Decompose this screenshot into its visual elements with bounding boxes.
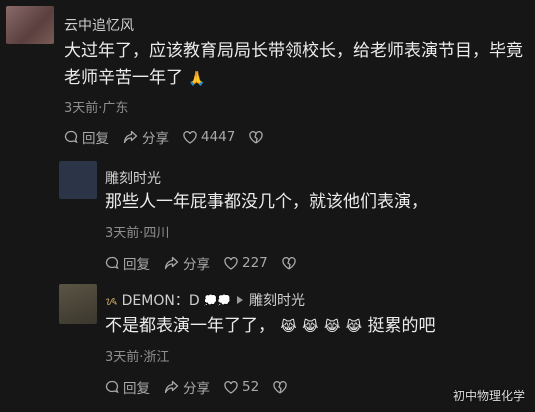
cat-emoji-icon: 😹: [323, 319, 341, 335]
avatar[interactable]: [59, 161, 97, 199]
comment-2: 雕刻时光 那些人一年屁事都没几个，就该他们表演， 3天前·四川 回复 分享 22…: [0, 150, 535, 280]
heart-icon: [183, 130, 197, 144]
broken-heart-icon: [273, 380, 287, 394]
reply-to-author[interactable]: 雕刻时光: [249, 290, 305, 310]
reply-label: 回复: [123, 381, 150, 397]
comment-text: 不是都表演一年了了， 😹 😹 😹 😹 挺累的吧: [105, 313, 525, 341]
share-button[interactable]: 分享: [164, 253, 210, 273]
avatar[interactable]: [59, 284, 97, 324]
comment-author[interactable]: DEMON：D: [122, 290, 200, 310]
dislike-button[interactable]: [249, 130, 264, 144]
reply-arrow-icon: [237, 296, 244, 304]
comment-meta: 3天前·四川: [105, 226, 170, 241]
comment-actions: 回复 分享 4447: [64, 127, 264, 147]
broken-heart-icon: [249, 130, 264, 144]
heart-icon: [224, 380, 238, 394]
comment-text-line-2: 老师辛苦一年了: [64, 68, 183, 88]
dislike-button[interactable]: [282, 256, 296, 270]
comment-meta: 3天前·浙江: [105, 350, 170, 365]
share-label: 分享: [142, 131, 169, 147]
reply-label: 回复: [123, 257, 150, 273]
like-button[interactable]: 227: [224, 255, 268, 271]
reply-icon: [64, 130, 78, 144]
reply-icon: [105, 380, 119, 394]
reply-icon: [105, 256, 119, 270]
share-label: 分享: [183, 257, 210, 273]
like-button[interactable]: 52: [224, 379, 259, 395]
dislike-button[interactable]: [273, 380, 287, 394]
like-count: 4447: [201, 129, 236, 145]
reply-button[interactable]: 回复: [105, 377, 150, 397]
share-button[interactable]: 分享: [123, 127, 169, 147]
comment-text-main: 不是都表演一年了了，: [105, 316, 275, 336]
pray-emoji-icon: 🙏: [188, 71, 206, 87]
reply-label: 回复: [82, 131, 109, 147]
cat-emoji-icon: 😹: [302, 319, 319, 335]
cat-emoji-icon: 😹: [345, 319, 363, 335]
comment-meta: 3天前·广东: [64, 101, 129, 116]
reply-button[interactable]: 回复: [64, 127, 109, 147]
comment-text: 大过年了，应该教育局局长带领校长，给老师表演节目，毕竟 老师辛苦一年了 🙏: [64, 38, 532, 93]
comment-text-tail: 挺累的吧: [367, 316, 436, 336]
heart-icon: [224, 256, 238, 270]
speech-bubble-icon: 💭💭: [203, 293, 232, 307]
comment-text: 那些人一年屁事都没几个，就该他们表演，: [105, 192, 428, 212]
like-count: 52: [242, 379, 260, 395]
broken-heart-icon: [282, 256, 296, 270]
comment-actions: 回复 分享 227: [105, 253, 296, 273]
feather-icon: ᝰ: [105, 293, 118, 308]
comment-author[interactable]: 雕刻时光: [105, 168, 161, 188]
cat-emoji-icon: 😹: [280, 319, 297, 335]
comment-actions: 回复 分享 52: [105, 377, 287, 397]
comment-author-line: ᝰ DEMON：D 💭💭 雕刻时光: [105, 290, 305, 310]
comment-1: 云中追忆风 大过年了，应该教育局局长带领校长，给老师表演节目，毕竟 老师辛苦一年…: [0, 0, 535, 150]
like-button[interactable]: 4447: [183, 129, 235, 145]
share-icon: [164, 256, 179, 270]
reply-button[interactable]: 回复: [105, 253, 150, 273]
avatar[interactable]: [6, 6, 54, 44]
share-icon: [123, 130, 138, 144]
share-button[interactable]: 分享: [164, 377, 210, 397]
comment-author[interactable]: 云中追忆风: [64, 15, 134, 35]
share-label: 分享: [183, 381, 210, 397]
comment-text-line-1: 大过年了，应该教育局局长带领校长，给老师表演节目，毕竟: [64, 41, 523, 61]
like-count: 227: [242, 255, 268, 271]
share-icon: [164, 380, 179, 394]
watermark: 初中物理化学: [452, 389, 525, 403]
